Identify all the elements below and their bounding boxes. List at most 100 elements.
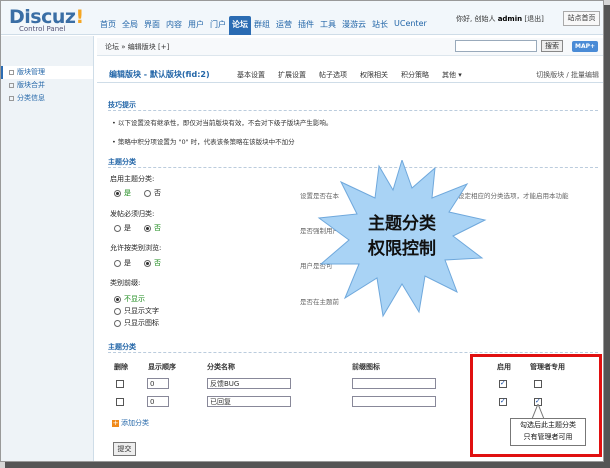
radio-icon <box>144 259 151 267</box>
starburst-line: 主题分类 <box>368 214 436 234</box>
site-home-button[interactable]: 站点首页 <box>563 11 600 26</box>
radio-icon <box>114 259 121 267</box>
radio-label: 否 <box>154 259 161 267</box>
radio-require-yes[interactable]: 是 <box>114 223 131 233</box>
radio-label: 只显示文字 <box>124 307 159 315</box>
radio-icon <box>114 319 121 327</box>
nav-item[interactable]: 插件 <box>295 16 317 35</box>
radio-label: 否 <box>154 189 161 197</box>
setting-label-browse-by-class: 允许按类别浏览: <box>110 244 162 252</box>
radio-label: 是 <box>124 259 131 267</box>
nav-item[interactable]: 工具 <box>317 16 339 35</box>
tips-heading: 技巧提示 <box>108 101 136 109</box>
nav-item[interactable]: 运营 <box>273 16 295 35</box>
nav-item[interactable]: 界面 <box>141 16 163 35</box>
nav-item[interactable]: 论坛 <box>229 16 251 35</box>
nav-item[interactable]: 全局 <box>119 16 141 35</box>
tip-text: 以下设置没有继承性，即仅对当前版块有效，不会对下级子版块产生影响。 <box>117 119 333 127</box>
column-header-prefix-icon: 前缀图标 <box>352 363 380 371</box>
switch-forum-links[interactable]: 切换版块 / 批量编辑 <box>536 70 599 80</box>
tab-basic[interactable]: 基本设置 <box>237 70 265 80</box>
tab-other[interactable]: 其他 ▾ <box>442 70 462 80</box>
callout-pointer-shape <box>531 404 545 420</box>
breadcrumb-text: 论坛 » 编辑版块 <box>105 43 156 51</box>
starburst-text: 主题分类 权限控制 <box>340 212 464 262</box>
order-input[interactable]: 0 <box>147 396 169 407</box>
search-button[interactable]: 搜索 <box>541 40 563 52</box>
nav-item[interactable]: 首页 <box>97 16 119 35</box>
radio-enable-yes[interactable]: 是 <box>114 188 131 198</box>
callout-line: 勾选后此主题分类 <box>520 421 576 429</box>
class-table-heading: 主题分类 <box>108 343 136 351</box>
logo-bang: ! <box>75 6 84 28</box>
radio-label: 不显示 <box>124 295 145 303</box>
setting-label-enable-class: 启用主题分类: <box>110 175 155 183</box>
radio-prefix-text[interactable]: 只显示文字 <box>114 306 159 316</box>
sidebar-item-forum-merge[interactable]: 版块合并 <box>1 79 93 92</box>
map-button-label: MAP <box>574 43 590 50</box>
logo-subtitle: Control Panel <box>19 25 66 33</box>
tip-item: • 策略中积分项设置为 "0" 时，代表该条策略在该版块中不加分 <box>112 138 295 146</box>
radio-enable-no[interactable]: 否 <box>144 188 161 198</box>
radio-label: 只显示图标 <box>124 319 159 327</box>
callout-line: 只有管理者可用 <box>523 433 573 441</box>
radio-prefix-icon[interactable]: 只显示图标 <box>114 318 159 328</box>
column-header-name: 分类名称 <box>207 363 235 371</box>
radio-label: 否 <box>154 224 161 232</box>
settings-tabs: 基本设置 扩展设置 帖子选项 权限相关 积分策略 其他 ▾ <box>237 70 475 80</box>
prefix-icon-input[interactable] <box>352 378 436 389</box>
column-header-order: 显示顺序 <box>148 363 176 371</box>
nav-item[interactable]: 用户 <box>185 16 207 35</box>
radio-browse-yes[interactable]: 是 <box>114 258 131 268</box>
submit-button[interactable]: 提交 <box>113 442 136 456</box>
class-name-input[interactable]: 反馈BUG <box>207 378 291 389</box>
title-row: 编辑版块 - 默认版块(fid:2) 基本设置 扩展设置 帖子选项 权限相关 积… <box>97 65 603 83</box>
tip-text: 策略中积分项设置为 "0" 时，代表该条策略在该版块中不加分 <box>117 138 295 146</box>
radio-icon <box>114 189 121 197</box>
radio-label: 是 <box>124 224 131 232</box>
username[interactable]: admin <box>498 15 522 23</box>
nav-item[interactable]: 门户 <box>207 16 229 35</box>
main-nav: 首页 全局 界面 内容 用户 门户 论坛 群组 运营 插件 工具 漫游云 站长 UCenter <box>97 16 430 35</box>
page-title: 编辑版块 - 默认版块(fid:2) <box>109 70 210 79</box>
sidebar: 版块管理 版块合并 分类信息 <box>1 36 94 461</box>
sidebar-item-forum-manage[interactable]: 版块管理 <box>1 66 93 79</box>
radio-icon <box>114 224 121 232</box>
user-bar: 你好, 创始人 admin [退出] <box>456 14 544 24</box>
nav-item[interactable]: UCenter <box>391 16 430 35</box>
breadcrumb: 论坛 » 编辑版块 [+] <box>105 42 169 52</box>
tip-item: • 以下设置没有继承性，即仅对当前版块有效，不会对下级子版块产生影响。 <box>112 119 333 127</box>
starburst-line: 权限控制 <box>368 239 436 259</box>
search-input[interactable] <box>455 40 537 52</box>
radio-require-no[interactable]: 否 <box>144 223 161 233</box>
add-class-link[interactable]: 添加分类 <box>112 418 149 428</box>
nav-item[interactable]: 站长 <box>369 16 391 35</box>
tab-permissions[interactable]: 权限相关 <box>360 70 388 80</box>
topic-class-heading: 主题分类 <box>108 158 136 166</box>
map-button[interactable]: MAP+ <box>572 41 598 52</box>
logout-link[interactable]: [退出] <box>524 15 543 23</box>
radio-browse-no[interactable]: 否 <box>144 258 161 268</box>
order-input[interactable]: 0 <box>147 378 169 389</box>
nav-item[interactable]: 漫游云 <box>339 16 369 35</box>
divider <box>108 110 598 111</box>
prefix-icon-input[interactable] <box>352 396 436 407</box>
column-header-delete: 删除 <box>114 363 128 371</box>
radio-icon <box>114 307 121 315</box>
add-shortcut-link[interactable]: [+] <box>158 43 169 51</box>
row-delete-checkbox[interactable] <box>116 380 124 388</box>
tab-extended[interactable]: 扩展设置 <box>278 70 306 80</box>
class-name-input[interactable]: 已回复 <box>207 396 291 407</box>
radio-icon <box>144 224 151 232</box>
row-delete-checkbox[interactable] <box>116 398 124 406</box>
user-greeting: 你好, 创始人 <box>456 15 496 23</box>
radio-icon <box>114 295 121 303</box>
breadcrumb-bar: 论坛 » 编辑版块 [+] 搜索 MAP+ <box>97 38 603 56</box>
radio-prefix-none[interactable]: 不显示 <box>114 294 145 304</box>
sidebar-item-classify-info[interactable]: 分类信息 <box>1 92 93 105</box>
nav-item[interactable]: 群组 <box>251 16 273 35</box>
radio-icon <box>144 189 151 197</box>
tab-credit-policy[interactable]: 积分策略 <box>401 70 429 80</box>
nav-item[interactable]: 内容 <box>163 16 185 35</box>
tab-post-options[interactable]: 帖子选项 <box>319 70 347 80</box>
